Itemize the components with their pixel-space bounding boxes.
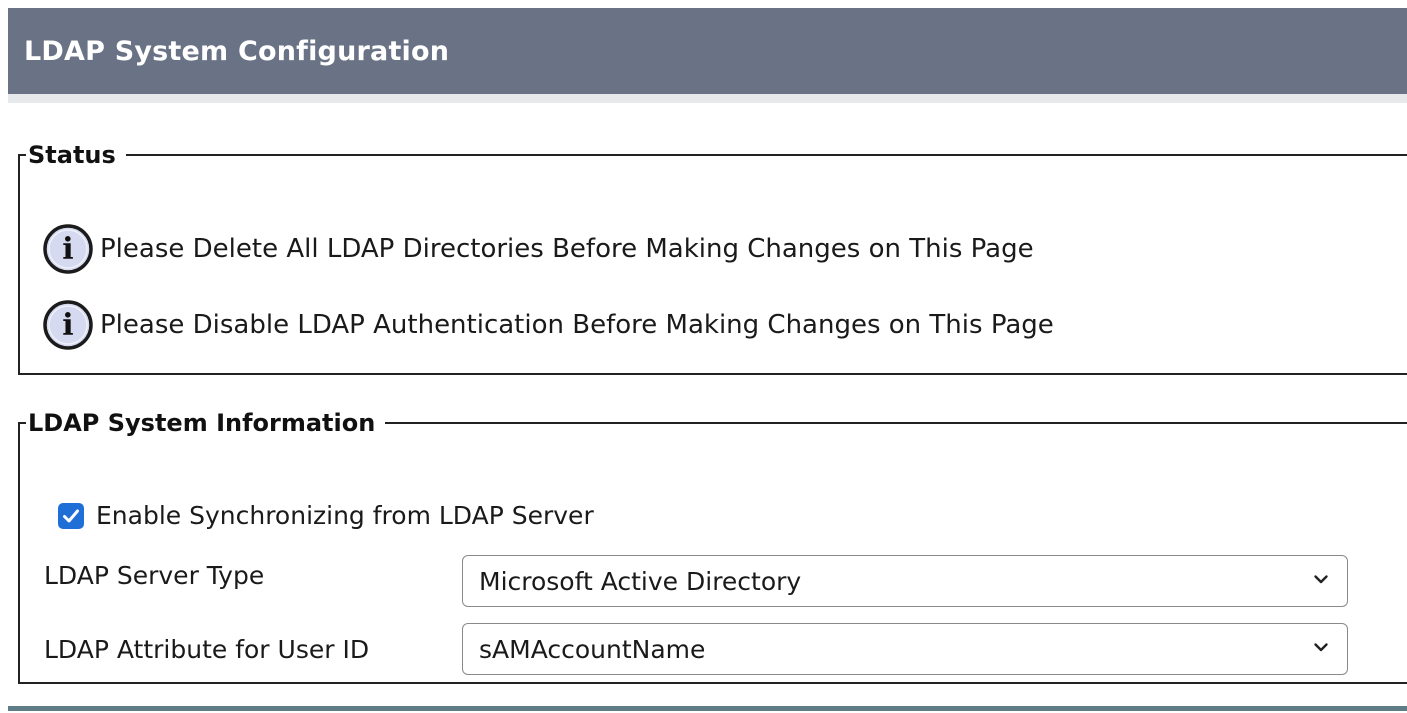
status-message-text: Please Disable LDAP Authentication Befor… — [100, 310, 1054, 340]
chevron-down-icon — [1314, 575, 1328, 584]
info-icon: i — [43, 224, 93, 274]
ldap-user-id-attribute-label: LDAP Attribute for User ID — [44, 634, 370, 664]
ldap-server-type-row: LDAP Server Type Microsoft Active Direct… — [44, 555, 1348, 607]
status-legend: Status — [28, 141, 116, 169]
status-section: Status i Please Delete All LDAP Director… — [18, 141, 1407, 375]
ldap-system-information-section: LDAP System Information Enable Synchroni… — [18, 409, 1407, 684]
header-divider — [8, 94, 1407, 103]
ldap-server-type-value: Microsoft Active Directory — [479, 566, 802, 596]
ldap-user-id-attribute-select[interactable]: sAMAccountName — [462, 623, 1348, 675]
enable-sync-label: Enable Synchronizing from LDAP Server — [96, 501, 594, 530]
ldap-user-id-attribute-value: sAMAccountName — [479, 634, 706, 664]
svg-text:i: i — [62, 308, 73, 343]
ldap-server-type-select[interactable]: Microsoft Active Directory — [462, 555, 1348, 607]
ldap-system-configuration-page: LDAP System Configuration Status i Pleas… — [0, 0, 1407, 713]
page-title: LDAP System Configuration — [24, 35, 450, 67]
ldap-server-type-label: LDAP Server Type — [44, 560, 265, 590]
ldap-user-id-attribute-row: LDAP Attribute for User ID sAMAccountNam… — [44, 623, 1348, 675]
checkmark-icon — [63, 509, 79, 522]
enable-sync-checkbox[interactable] — [58, 502, 84, 529]
footer-divider — [8, 706, 1407, 711]
status-message: i Please Delete All LDAP Directories Bef… — [42, 223, 1034, 275]
ldap-system-information-legend: LDAP System Information — [28, 409, 376, 437]
status-message: i Please Disable LDAP Authentication Bef… — [42, 299, 1054, 351]
chevron-down-icon — [1314, 643, 1328, 652]
svg-text:i: i — [62, 232, 73, 267]
page-header: LDAP System Configuration — [8, 8, 1407, 94]
info-icon: i — [43, 300, 93, 350]
status-message-text: Please Delete All LDAP Directories Befor… — [100, 234, 1034, 264]
enable-sync-checkbox-row[interactable]: Enable Synchronizing from LDAP Server — [58, 501, 594, 530]
